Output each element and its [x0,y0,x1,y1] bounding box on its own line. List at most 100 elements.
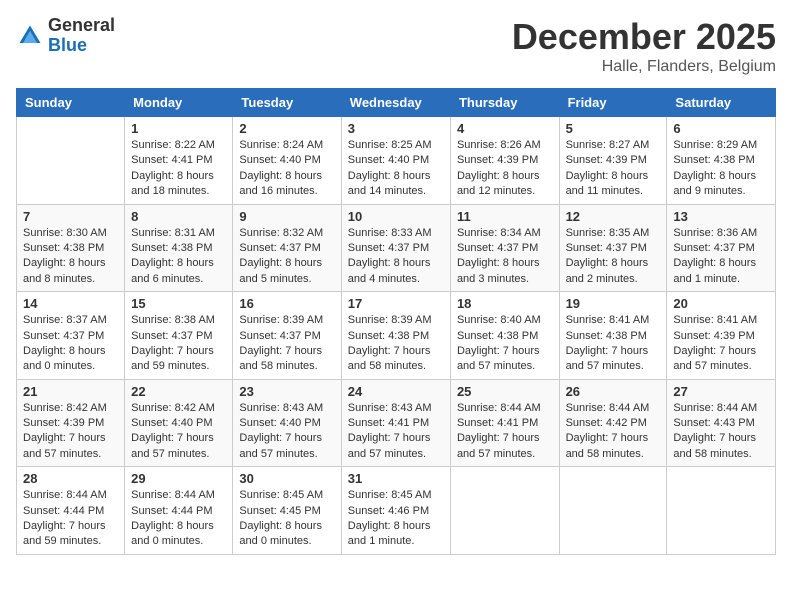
day-number: 4 [457,121,553,136]
calendar-cell [559,467,667,555]
day-number: 6 [673,121,769,136]
calendar-cell: 11 Sunrise: 8:34 AM Sunset: 4:37 PM Dayli… [450,204,559,292]
calendar-cell: 24 Sunrise: 8:43 AM Sunset: 4:41 PM Dayli… [341,379,450,467]
calendar-cell: 23 Sunrise: 8:43 AM Sunset: 4:40 PM Dayli… [233,379,341,467]
day-info: Sunrise: 8:41 AM Sunset: 4:38 PM Dayligh… [566,313,661,375]
week-row-4: 21 Sunrise: 8:42 AM Sunset: 4:39 PM Dayli… [17,379,776,467]
day-number: 29 [131,471,226,486]
day-number: 13 [673,209,769,224]
week-row-2: 7 Sunrise: 8:30 AM Sunset: 4:38 PM Daylig… [17,204,776,292]
day-number: 17 [348,296,444,311]
calendar-cell: 17 Sunrise: 8:39 AM Sunset: 4:38 PM Dayli… [341,292,450,380]
day-info: Sunrise: 8:44 AM Sunset: 4:43 PM Dayligh… [673,401,769,463]
day-info: Sunrise: 8:37 AM Sunset: 4:37 PM Dayligh… [23,313,118,375]
weekday-header-thursday: Thursday [450,89,559,117]
day-number: 21 [23,384,118,399]
day-info: Sunrise: 8:38 AM Sunset: 4:37 PM Dayligh… [131,313,226,375]
day-info: Sunrise: 8:24 AM Sunset: 4:40 PM Dayligh… [239,138,334,200]
day-number: 15 [131,296,226,311]
calendar-table: SundayMondayTuesdayWednesdayThursdayFrid… [16,88,776,555]
calendar-cell: 30Sunrise: 8:45 AM Sunset: 4:45 PM Dayli… [233,467,341,555]
day-number: 26 [566,384,661,399]
calendar-cell: 21 Sunrise: 8:42 AM Sunset: 4:39 PM Dayli… [17,379,125,467]
page-header: General Blue December 2025 Halle, Flande… [16,16,776,76]
weekday-header-tuesday: Tuesday [233,89,341,117]
day-number: 25 [457,384,553,399]
calendar-cell [17,117,125,205]
calendar-cell: 7 Sunrise: 8:30 AM Sunset: 4:38 PM Daylig… [17,204,125,292]
day-info: Sunrise: 8:44 AM Sunset: 4:44 PM Dayligh… [23,488,118,550]
calendar-cell: 28Sunrise: 8:44 AM Sunset: 4:44 PM Dayli… [17,467,125,555]
day-info: Sunrise: 8:31 AM Sunset: 4:38 PM Dayligh… [131,226,226,288]
day-info: Sunrise: 8:25 AM Sunset: 4:40 PM Dayligh… [348,138,444,200]
day-number: 14 [23,296,118,311]
day-number: 3 [348,121,444,136]
day-info: Sunrise: 8:43 AM Sunset: 4:41 PM Dayligh… [348,401,444,463]
title-block: December 2025 Halle, Flanders, Belgium [512,16,776,76]
day-number: 9 [239,209,334,224]
calendar-cell: 6 Sunrise: 8:29 AM Sunset: 4:38 PM Daylig… [667,117,776,205]
day-info: Sunrise: 8:44 AM Sunset: 4:41 PM Dayligh… [457,401,553,463]
week-row-5: 28Sunrise: 8:44 AM Sunset: 4:44 PM Dayli… [17,467,776,555]
day-info: Sunrise: 8:29 AM Sunset: 4:38 PM Dayligh… [673,138,769,200]
day-info: Sunrise: 8:27 AM Sunset: 4:39 PM Dayligh… [566,138,661,200]
calendar-cell: 29 Sunrise: 8:44 AM Sunset: 4:44 PM Dayli… [125,467,233,555]
day-info: Sunrise: 8:22 AM Sunset: 4:41 PM Dayligh… [131,138,226,200]
day-number: 11 [457,209,553,224]
day-number: 5 [566,121,661,136]
day-info: Sunrise: 8:33 AM Sunset: 4:37 PM Dayligh… [348,226,444,288]
calendar-cell: 20Sunrise: 8:41 AM Sunset: 4:39 PM Dayli… [667,292,776,380]
day-number: 10 [348,209,444,224]
calendar-cell: 15 Sunrise: 8:38 AM Sunset: 4:37 PM Dayli… [125,292,233,380]
weekday-header-monday: Monday [125,89,233,117]
calendar-cell: 19 Sunrise: 8:41 AM Sunset: 4:38 PM Dayli… [559,292,667,380]
day-info: Sunrise: 8:26 AM Sunset: 4:39 PM Dayligh… [457,138,553,200]
day-info: Sunrise: 8:35 AM Sunset: 4:37 PM Dayligh… [566,226,661,288]
calendar-cell: 3 Sunrise: 8:25 AM Sunset: 4:40 PM Daylig… [341,117,450,205]
calendar-cell: 12Sunrise: 8:35 AM Sunset: 4:37 PM Dayli… [559,204,667,292]
weekday-header-row: SundayMondayTuesdayWednesdayThursdayFrid… [17,89,776,117]
day-number: 22 [131,384,226,399]
day-number: 7 [23,209,118,224]
logo-blue-text: Blue [48,35,87,55]
day-info: Sunrise: 8:43 AM Sunset: 4:40 PM Dayligh… [239,401,334,463]
logo-general-text: General [48,15,115,35]
day-info: Sunrise: 8:30 AM Sunset: 4:38 PM Dayligh… [23,226,118,288]
week-row-1: 1 Sunrise: 8:22 AM Sunset: 4:41 PM Daylig… [17,117,776,205]
calendar-cell: 25 Sunrise: 8:44 AM Sunset: 4:41 PM Dayli… [450,379,559,467]
day-number: 24 [348,384,444,399]
calendar-cell: 14 Sunrise: 8:37 AM Sunset: 4:37 PM Dayli… [17,292,125,380]
day-info: Sunrise: 8:44 AM Sunset: 4:44 PM Dayligh… [131,488,226,550]
day-number: 16 [239,296,334,311]
calendar-cell: 1 Sunrise: 8:22 AM Sunset: 4:41 PM Daylig… [125,117,233,205]
day-number: 18 [457,296,553,311]
day-info: Sunrise: 8:39 AM Sunset: 4:38 PM Dayligh… [348,313,444,375]
day-info: Sunrise: 8:39 AM Sunset: 4:37 PM Dayligh… [239,313,334,375]
day-info: Sunrise: 8:42 AM Sunset: 4:40 PM Dayligh… [131,401,226,463]
day-info: Sunrise: 8:36 AM Sunset: 4:37 PM Dayligh… [673,226,769,288]
calendar-cell: 16 Sunrise: 8:39 AM Sunset: 4:37 PM Dayli… [233,292,341,380]
weekday-header-wednesday: Wednesday [341,89,450,117]
day-info: Sunrise: 8:42 AM Sunset: 4:39 PM Dayligh… [23,401,118,463]
day-number: 2 [239,121,334,136]
calendar-cell: 18Sunrise: 8:40 AM Sunset: 4:38 PM Dayli… [450,292,559,380]
logo: General Blue [16,16,115,56]
weekday-header-friday: Friday [559,89,667,117]
day-info: Sunrise: 8:32 AM Sunset: 4:37 PM Dayligh… [239,226,334,288]
calendar-cell: 5 Sunrise: 8:27 AM Sunset: 4:39 PM Daylig… [559,117,667,205]
day-number: 8 [131,209,226,224]
calendar-cell [667,467,776,555]
day-info: Sunrise: 8:34 AM Sunset: 4:37 PM Dayligh… [457,226,553,288]
day-info: Sunrise: 8:45 AM Sunset: 4:45 PM Dayligh… [239,488,334,550]
calendar-cell: 10 Sunrise: 8:33 AM Sunset: 4:37 PM Dayli… [341,204,450,292]
calendar-cell: 4 Sunrise: 8:26 AM Sunset: 4:39 PM Daylig… [450,117,559,205]
day-number: 19 [566,296,661,311]
day-info: Sunrise: 8:45 AM Sunset: 4:46 PM Dayligh… [348,488,444,550]
day-number: 23 [239,384,334,399]
day-info: Sunrise: 8:41 AM Sunset: 4:39 PM Dayligh… [673,313,769,375]
day-number: 27 [673,384,769,399]
day-info: Sunrise: 8:44 AM Sunset: 4:42 PM Dayligh… [566,401,661,463]
month-title: December 2025 [512,16,776,58]
weekday-header-saturday: Saturday [667,89,776,117]
day-number: 1 [131,121,226,136]
